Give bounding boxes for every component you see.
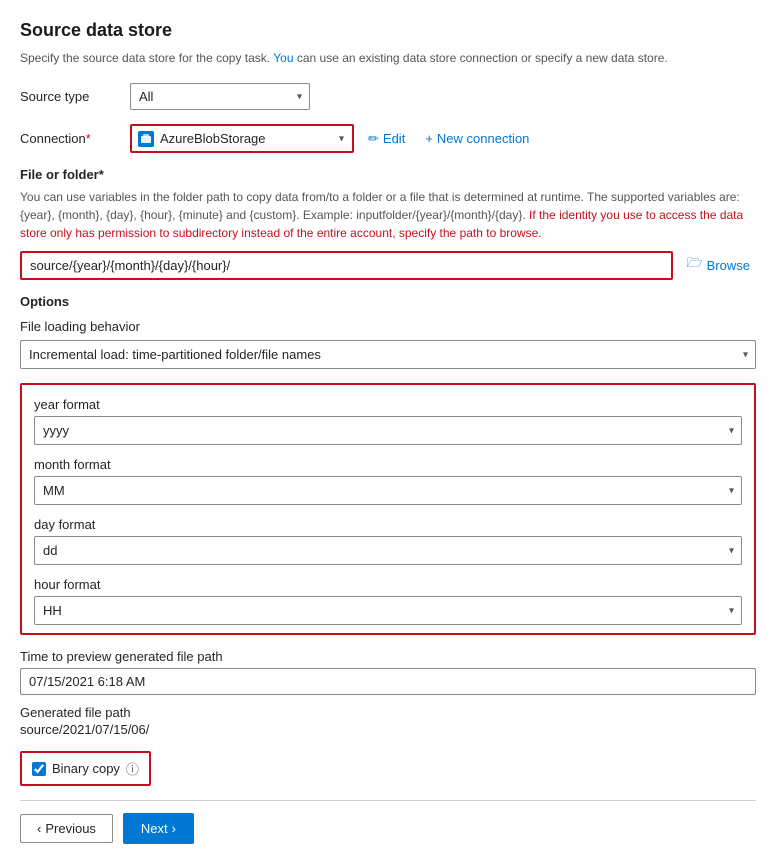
edit-label: Edit [383,131,405,146]
new-connection-label: New connection [437,131,530,146]
chevron-left-icon: ‹ [37,821,41,836]
month-format-select[interactable]: MM [34,476,742,505]
year-format-select-wrapper: yyyy ▾ [34,416,742,445]
page-title: Source data store [20,20,756,41]
file-path-row: 🗁 Browse [20,250,756,280]
binary-copy-label: Binary copy [52,761,120,776]
source-type-label: Source type [20,89,130,104]
time-preview-input[interactable] [20,668,756,695]
generated-path-value: source/2021/07/15/06/ [20,722,756,737]
file-path-input[interactable] [20,251,673,280]
edit-button[interactable]: ✏ Edit [362,127,411,151]
chevron-right-icon: › [172,821,176,836]
browse-button[interactable]: 🗁 Browse [681,250,756,280]
day-format-select-wrapper: dd ▾ [34,536,742,565]
footer-bar: ‹ Previous Next › [20,800,756,860]
file-folder-section: File or folder* You can use variables in… [20,167,756,294]
time-preview-label: Time to preview generated file path [20,649,756,664]
generated-path-section: Generated file path source/2021/07/15/06… [20,705,756,737]
month-format-label: month format [34,457,742,472]
next-button[interactable]: Next › [123,813,194,844]
day-format-row: day format dd ▾ [34,517,742,565]
format-section: year format yyyy ▾ month format MM ▾ day… [20,383,756,635]
new-connection-button[interactable]: + New connection [419,127,535,150]
generated-path-label: Generated file path [20,705,756,720]
info-icon: ⓘ [126,759,139,778]
description-text-2: can use an existing data store connectio… [297,51,668,65]
connection-row: Connection* AzureBlobStorage ▾ ✏ Edit [20,124,756,153]
day-format-label: day format [34,517,742,532]
binary-copy-checkbox[interactable] [32,762,46,776]
connection-label: Connection* [20,131,130,146]
month-format-select-wrapper: MM ▾ [34,476,742,505]
hour-format-select-wrapper: HH ▾ [34,596,742,625]
file-folder-description: You can use variables in the folder path… [20,188,756,242]
page-container: Source data store Specify the source dat… [0,0,776,860]
day-format-select[interactable]: dd [34,536,742,565]
folder-icon: 🗁 [687,254,703,276]
connection-controls: AzureBlobStorage ▾ ✏ Edit + New connecti… [130,124,535,153]
file-loading-label: File loading behavior [20,319,756,334]
hour-format-label: hour format [34,577,742,592]
time-preview-section: Time to preview generated file path [20,649,756,695]
plus-icon: + [425,131,433,146]
file-loading-select[interactable]: Incremental load: time-partitioned folde… [20,340,756,369]
page-description: Specify the source data store for the co… [20,49,756,67]
source-type-select-wrapper: All ▾ [130,83,310,110]
year-format-label: year format [34,397,742,412]
file-loading-select-wrapper: Incremental load: time-partitioned folde… [20,340,756,369]
connection-select-wrapper: AzureBlobStorage ▾ [130,124,354,153]
file-folder-label: File or folder* [20,167,756,182]
binary-copy-row: Binary copy ⓘ [20,751,151,786]
hour-format-select[interactable]: HH [34,596,742,625]
description-highlight: If the identity you use to access the da… [20,208,743,240]
previous-label: Previous [45,821,96,836]
description-text-1: Specify the source data store for the co… [20,51,273,65]
browse-label: Browse [707,258,750,273]
previous-button[interactable]: ‹ Previous [20,814,113,843]
year-format-select[interactable]: yyyy [34,416,742,445]
source-type-row: Source type All ▾ [20,83,756,110]
connection-select[interactable]: AzureBlobStorage [132,126,352,151]
next-label: Next [141,821,168,836]
description-link[interactable]: You [273,51,293,65]
pencil-icon: ✏ [368,131,379,147]
options-title: Options [20,294,756,309]
source-type-select[interactable]: All [130,83,310,110]
year-format-row: year format yyyy ▾ [34,397,742,445]
month-format-row: month format MM ▾ [34,457,742,505]
hour-format-row: hour format HH ▾ [34,577,742,625]
options-section: Options File loading behavior Incrementa… [20,294,756,369]
